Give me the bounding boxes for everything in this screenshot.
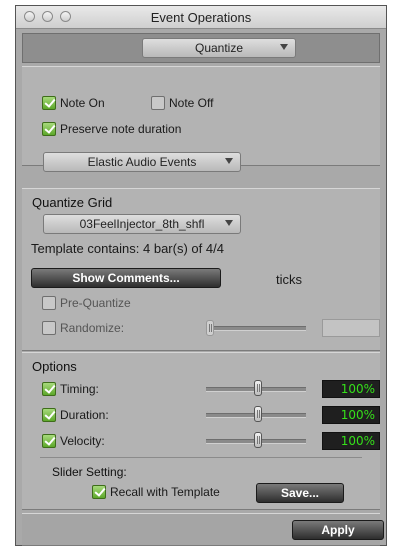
chevron-down-icon [225, 220, 233, 226]
velocity-checkbox[interactable] [42, 434, 56, 448]
duration-slider-thumb[interactable] [254, 406, 262, 422]
grid-select-value: 03FeelInjector_8th_shfl [79, 217, 205, 231]
footer-bar: Apply [22, 513, 384, 546]
quantize-grid-heading: Quantize Grid [32, 195, 113, 210]
preserve-duration-checkbox[interactable] [42, 122, 56, 136]
operation-header: Quantize [22, 33, 380, 63]
note-on-label: Note On [60, 96, 105, 110]
randomize-value-field[interactable] [322, 319, 380, 337]
slider-setting-heading: Slider Setting: [52, 465, 127, 479]
note-off-label: Note Off [169, 96, 214, 110]
recall-with-template-label: Recall with Template [110, 485, 220, 499]
duration-label: Duration: [60, 408, 109, 422]
randomize-slider-track[interactable] [206, 326, 306, 331]
options-divider [40, 457, 362, 458]
title-bar[interactable]: Event Operations [16, 6, 386, 29]
window-title: Event Operations [150, 10, 252, 25]
randomize-label: Randomize: [60, 321, 125, 335]
grid-select[interactable]: 03FeelInjector_8th_shfl [43, 214, 241, 234]
options-heading: Options [32, 359, 77, 374]
save-button[interactable]: Save... [256, 483, 344, 503]
duration-checkbox[interactable] [42, 408, 56, 422]
target-select[interactable]: Elastic Audio Events [43, 152, 241, 172]
quantize-grid-section: Quantize Grid 03FeelInjector_8th_shfl Te… [22, 188, 380, 351]
note-off-checkbox[interactable] [151, 96, 165, 110]
velocity-label: Velocity: [60, 434, 105, 448]
template-info-text: Template contains: 4 bar(s) of 4/4 [31, 241, 224, 256]
recall-with-template-checkbox[interactable] [92, 485, 106, 499]
velocity-value-field[interactable]: 100% [322, 432, 380, 450]
chevron-down-icon [280, 44, 288, 50]
timing-checkbox[interactable] [42, 382, 56, 396]
ticks-label: ticks [276, 272, 302, 287]
pre-quantize-checkbox[interactable] [42, 296, 56, 310]
duration-value-field[interactable]: 100% [322, 406, 380, 424]
operation-select-value: Quantize [194, 41, 244, 55]
timing-value-field[interactable]: 100% [322, 380, 380, 398]
event-operations-window: Event Operations Quantize Note On Note O… [15, 5, 387, 546]
timing-slider-thumb[interactable] [254, 380, 262, 396]
operation-select[interactable]: Quantize [142, 38, 296, 58]
preserve-duration-label: Preserve note duration [60, 122, 182, 136]
apply-button[interactable]: Apply [292, 520, 384, 540]
pre-quantize-label: Pre-Quantize [60, 296, 131, 310]
show-comments-button[interactable]: Show Comments... [31, 268, 221, 288]
options-section: Options Timing: 100% Duration: 100% Velo… [22, 352, 380, 510]
target-select-value: Elastic Audio Events [87, 155, 197, 169]
chevron-down-icon [225, 158, 233, 164]
velocity-slider-thumb[interactable] [254, 432, 262, 448]
note-options-section: Note On Note Off Preserve note duration … [22, 66, 380, 172]
randomize-checkbox[interactable] [42, 321, 56, 335]
timing-label: Timing: [60, 382, 99, 396]
note-on-checkbox[interactable] [42, 96, 56, 110]
randomize-slider-thumb[interactable] [206, 320, 214, 336]
